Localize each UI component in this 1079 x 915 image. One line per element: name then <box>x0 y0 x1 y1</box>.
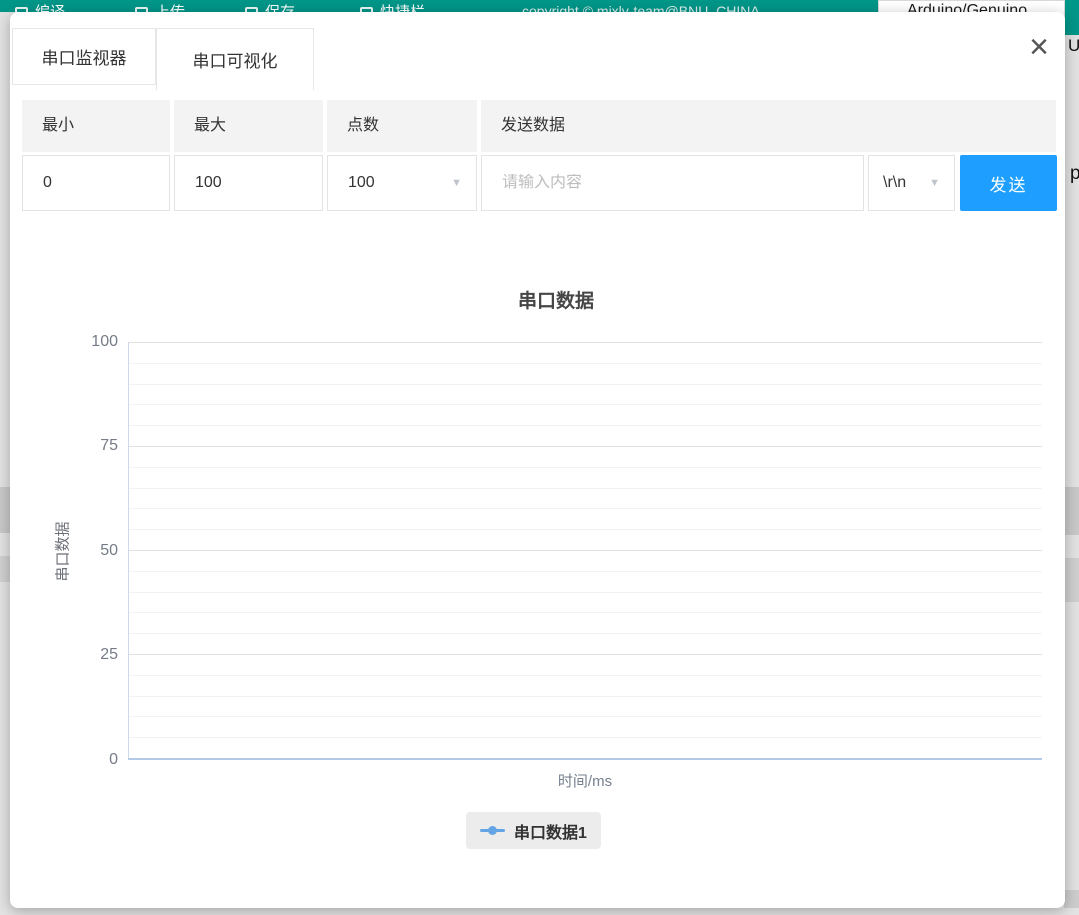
gridline <box>129 716 1042 717</box>
chart-title: 串口数据 <box>66 286 1046 313</box>
chevron-down-icon: ▼ <box>451 177 476 189</box>
gridline <box>129 488 1042 489</box>
y-tick: 25 <box>60 645 118 665</box>
tab-label: 串口监视器 <box>42 44 127 69</box>
gridline <box>129 633 1042 634</box>
y-axis-label: 串口数据 <box>52 492 73 612</box>
gridline <box>129 363 1042 364</box>
line-ending-value: \r\n <box>869 174 929 192</box>
gridline <box>129 550 1042 551</box>
plot-area <box>128 342 1042 760</box>
toolbar-item-quickbar: 快捷栏 <box>360 2 425 12</box>
scrollbar-fragment <box>1064 487 1079 535</box>
background-text-fragment: p <box>1070 163 1079 185</box>
gridline <box>129 404 1042 405</box>
scrollbar-fragment <box>0 487 10 533</box>
copyright-text: copyright © mixly-team@BNU, CHINA <box>522 2 760 12</box>
gridline <box>129 675 1042 676</box>
max-field-cell <box>174 155 323 211</box>
gridline <box>129 571 1042 572</box>
y-tick: 100 <box>60 332 118 352</box>
legend-item-serial-data-1[interactable]: 串口数据1 <box>466 812 601 849</box>
scrollbar-fragment <box>1064 558 1079 602</box>
chevron-down-icon: ▼ <box>929 177 954 189</box>
serial-dialog: 串口监视器 串口可视化 × 最小 最大 点数 发送数据 100 ▼ \r\n ▼… <box>10 12 1065 908</box>
points-header: 点数 <box>327 100 477 152</box>
min-header: 最小 <box>22 100 170 152</box>
toolbar-item-compile: 编译 <box>15 2 65 12</box>
y-tick: 75 <box>60 436 118 456</box>
gridline <box>129 384 1042 385</box>
gridline <box>129 654 1042 655</box>
scrollbar-fragment <box>1064 890 1079 908</box>
tab-label: 串口可视化 <box>193 47 278 72</box>
toolbar-item-label: 快捷栏 <box>380 3 425 12</box>
scrollbar-fragment <box>0 556 10 582</box>
toolbar-item-label: 上传 <box>155 3 185 12</box>
close-icon[interactable]: × <box>1018 26 1060 68</box>
send-data-header: 发送数据 <box>481 100 1056 152</box>
gridline <box>129 467 1042 468</box>
gridline <box>129 425 1042 426</box>
points-select[interactable]: 100 ▼ <box>327 155 477 211</box>
gridline <box>129 612 1042 613</box>
line-series-marker-icon <box>480 825 505 836</box>
toolbar-corner <box>1064 0 1079 35</box>
max-header: 最大 <box>174 100 323 152</box>
send-button[interactable]: 发送 <box>960 155 1057 211</box>
toolbar-item-save: 保存 <box>245 2 295 12</box>
legend-label: 串口数据1 <box>514 819 587 843</box>
points-select-value: 100 <box>328 174 451 192</box>
x-axis-label: 时间/ms <box>128 770 1042 791</box>
gridline <box>129 696 1042 697</box>
send-data-field-cell <box>481 155 864 211</box>
toolbar-item-upload: 上传 <box>135 2 185 12</box>
background-text-fragment: U <box>1068 36 1079 56</box>
line-ending-select[interactable]: \r\n ▼ <box>868 155 955 211</box>
gridline <box>129 446 1042 447</box>
gridline <box>129 737 1042 738</box>
tab-serial-visualization[interactable]: 串口可视化 <box>156 28 314 90</box>
gridline <box>129 342 1042 343</box>
gridline <box>129 529 1042 530</box>
y-tick: 0 <box>60 750 118 770</box>
gridline <box>129 508 1042 509</box>
min-input[interactable] <box>23 174 169 192</box>
send-data-input[interactable] <box>482 174 863 192</box>
min-field-cell <box>22 155 170 211</box>
toolbar-item-label: 编译 <box>35 3 65 12</box>
gridline <box>129 592 1042 593</box>
toolbar-item-label: 保存 <box>265 3 295 12</box>
max-input[interactable] <box>175 174 322 192</box>
tab-serial-monitor[interactable]: 串口监视器 <box>12 28 156 85</box>
